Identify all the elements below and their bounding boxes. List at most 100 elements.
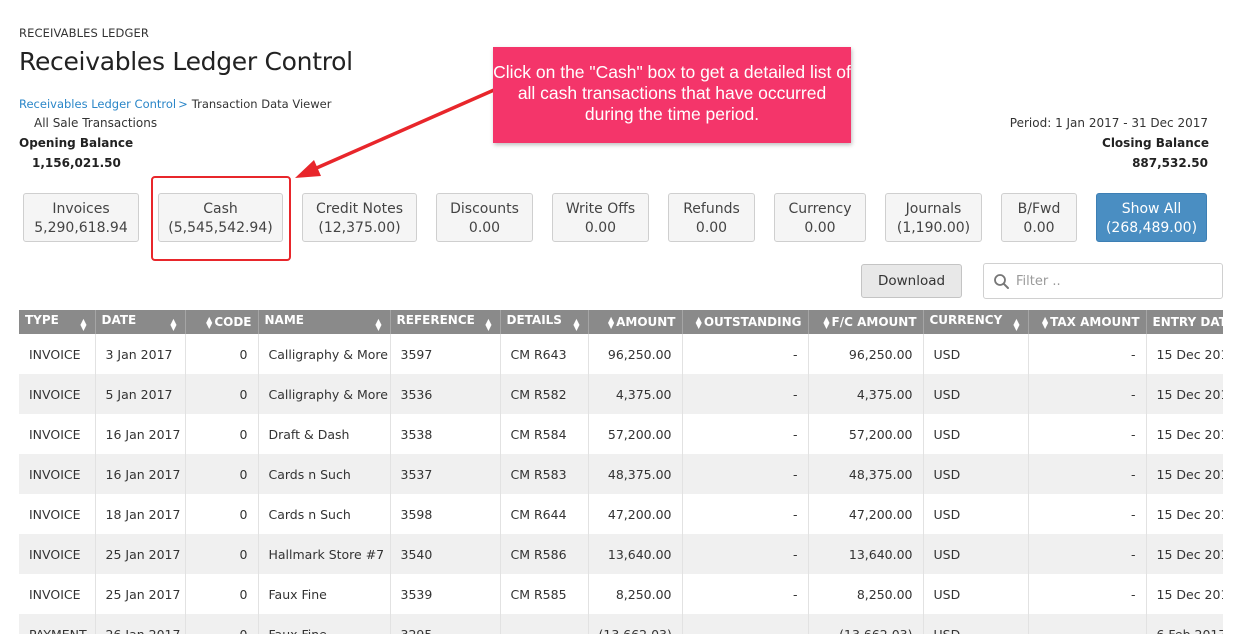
- filter-label: Discounts: [450, 201, 519, 217]
- column-header-entry-date[interactable]: ENTRY DATE: [1146, 310, 1223, 334]
- cell-currency: USD: [923, 494, 1029, 534]
- cell-date: 25 Jan 2017: [95, 574, 186, 614]
- cell-entry-date: 15 Dec 2017: [1146, 574, 1223, 614]
- cell-fc-amount: 96,250.00: [808, 334, 924, 374]
- column-header-name[interactable]: NAME ▲ ▼: [258, 310, 391, 334]
- column-header-outstanding[interactable]: ▲ ▼ OUTSTANDING: [682, 310, 809, 334]
- filter-input[interactable]: [1016, 270, 1216, 292]
- column-label: DATE: [101, 313, 137, 327]
- breadcrumb-current: Transaction Data Viewer: [191, 97, 332, 111]
- cell-entry-date: 6 Feb 2017: [1146, 614, 1223, 634]
- table-row[interactable]: INVOICE 3 Jan 2017 0 Calligraphy & More …: [19, 334, 1223, 374]
- cell-outstanding: -: [682, 534, 809, 574]
- cell-code: 0: [185, 614, 259, 634]
- cell-details: [500, 614, 589, 634]
- table-row[interactable]: INVOICE 5 Jan 2017 0 Calligraphy & More …: [19, 374, 1223, 414]
- cell-reference: 3536: [390, 374, 501, 414]
- filter-currency[interactable]: Currency 0.00: [774, 193, 866, 242]
- cell-type: INVOICE: [19, 574, 96, 614]
- cell-currency: USD: [923, 374, 1029, 414]
- cell-name: Calligraphy & More: [258, 334, 391, 374]
- table-row[interactable]: INVOICE 16 Jan 2017 0 Cards n Such 3537 …: [19, 454, 1223, 494]
- download-button[interactable]: Download: [861, 264, 962, 298]
- filter-credit-notes[interactable]: Credit Notes (12,375.00): [302, 193, 417, 242]
- table-row[interactable]: INVOICE 25 Jan 2017 0 Hallmark Store #7 …: [19, 534, 1223, 574]
- filter-show-all[interactable]: Show All (268,489.00): [1096, 193, 1207, 242]
- cell-code: 0: [185, 574, 259, 614]
- table-row[interactable]: PAYMENT 26 Jan 2017 0 Faux Fine 3295 (13…: [19, 614, 1223, 634]
- column-label: TAX AMOUNT: [1050, 315, 1140, 329]
- column-label: TYPE: [25, 313, 59, 327]
- table-row[interactable]: INVOICE 16 Jan 2017 0 Draft & Dash 3538 …: [19, 414, 1223, 454]
- cell-date: 25 Jan 2017: [95, 534, 186, 574]
- column-label: ENTRY DATE: [1152, 315, 1224, 329]
- filter-cash[interactable]: Cash (5,545,542.94): [158, 193, 283, 242]
- sort-icon: ▲ ▼: [607, 314, 615, 330]
- sort-icon: ▲ ▼: [206, 314, 213, 330]
- cell-reference: 3597: [390, 334, 501, 374]
- cell-details: CM R644: [500, 494, 589, 534]
- cell-entry-date: 15 Dec 2017: [1146, 454, 1223, 494]
- cell-entry-date: 15 Dec 2017: [1146, 414, 1223, 454]
- sort-icon: ▲ ▼: [80, 317, 87, 332]
- cell-entry-date: 15 Dec 2017: [1146, 534, 1223, 574]
- breadcrumb: Receivables Ledger Control > Transaction D…: [19, 97, 331, 111]
- table-row[interactable]: INVOICE 18 Jan 2017 0 Cards n Such 3598 …: [19, 494, 1223, 534]
- column-header-amount[interactable]: ▲ ▼ AMOUNT: [588, 310, 683, 334]
- cell-name: Hallmark Store #7: [258, 534, 391, 574]
- filter-invoices[interactable]: Invoices 5,290,618.94: [23, 193, 139, 242]
- cell-tax-amount: -: [1028, 374, 1147, 414]
- cell-reference: 3295: [390, 614, 501, 634]
- cell-code: 0: [185, 334, 259, 374]
- search-icon: [994, 274, 1009, 289]
- column-header-type[interactable]: TYPE ▲ ▼: [19, 310, 96, 334]
- cell-currency: USD: [923, 334, 1029, 374]
- sort-icon: ▲ ▼: [1013, 317, 1020, 332]
- cell-code: 0: [185, 454, 259, 494]
- cell-tax-amount: -: [1028, 454, 1147, 494]
- column-label: AMOUNT: [616, 315, 676, 329]
- filter-label: Cash: [203, 201, 238, 217]
- filter-label: B/Fwd: [1017, 201, 1061, 217]
- cell-fc-amount: (13,662.03): [808, 614, 924, 634]
- column-header-reference[interactable]: REFERENCE ▲ ▼: [390, 310, 501, 334]
- cell-name: Cards n Such: [258, 494, 391, 534]
- cell-outstanding: -: [682, 614, 809, 634]
- filter-value: 0.00: [804, 220, 836, 236]
- cell-code: 0: [185, 534, 259, 574]
- filter-write-offs[interactable]: Write Offs 0.00: [552, 193, 649, 242]
- sort-icon: ▲ ▼: [573, 317, 580, 332]
- cell-date: 26 Jan 2017: [95, 614, 186, 634]
- filter-value: 0.00: [695, 220, 728, 236]
- closing-balance-value: 887,532.50: [1132, 156, 1208, 170]
- cell-code: 0: [185, 374, 259, 414]
- column-header-currency[interactable]: CURRENCY ▲ ▼: [923, 310, 1029, 334]
- filter-value: (1,190.00): [896, 220, 971, 236]
- cell-outstanding: -: [682, 374, 809, 414]
- column-header-tax-amount[interactable]: ▲ ▼ TAX AMOUNT: [1028, 310, 1147, 334]
- filter-label: Credit Notes: [316, 201, 403, 217]
- column-header-code[interactable]: ▲ ▼ CODE: [185, 310, 259, 334]
- cell-name: Faux Fine: [258, 614, 391, 634]
- column-header-details[interactable]: DETAILS ▲ ▼: [500, 310, 589, 334]
- cell-details: CM R585: [500, 574, 589, 614]
- filter-value: 0.00: [584, 220, 617, 236]
- cell-type: INVOICE: [19, 414, 96, 454]
- cell-date: 5 Jan 2017: [95, 374, 186, 414]
- cell-currency: USD: [923, 414, 1029, 454]
- cell-reference: 3539: [390, 574, 501, 614]
- column-header-date[interactable]: DATE ▲ ▼: [95, 310, 186, 334]
- column-label: DETAILS: [506, 313, 562, 327]
- filter-discounts[interactable]: Discounts 0.00: [436, 193, 533, 242]
- breadcrumb-link[interactable]: Receivables Ledger Control: [19, 97, 176, 111]
- column-header-fc-amount[interactable]: ▲ ▼ F/C AMOUNT: [808, 310, 924, 334]
- cell-fc-amount: 57,200.00: [808, 414, 924, 454]
- sort-icon: ▲ ▼: [485, 317, 492, 332]
- cell-currency: USD: [923, 534, 1029, 574]
- filter-value: 0.00: [1023, 220, 1055, 236]
- filter-bfwd[interactable]: B/Fwd 0.00: [1001, 193, 1077, 242]
- cell-outstanding: -: [682, 334, 809, 374]
- filter-journals[interactable]: Journals (1,190.00): [885, 193, 982, 242]
- filter-refunds[interactable]: Refunds 0.00: [668, 193, 755, 242]
- table-row[interactable]: INVOICE 25 Jan 2017 0 Faux Fine 3539 CM …: [19, 574, 1223, 614]
